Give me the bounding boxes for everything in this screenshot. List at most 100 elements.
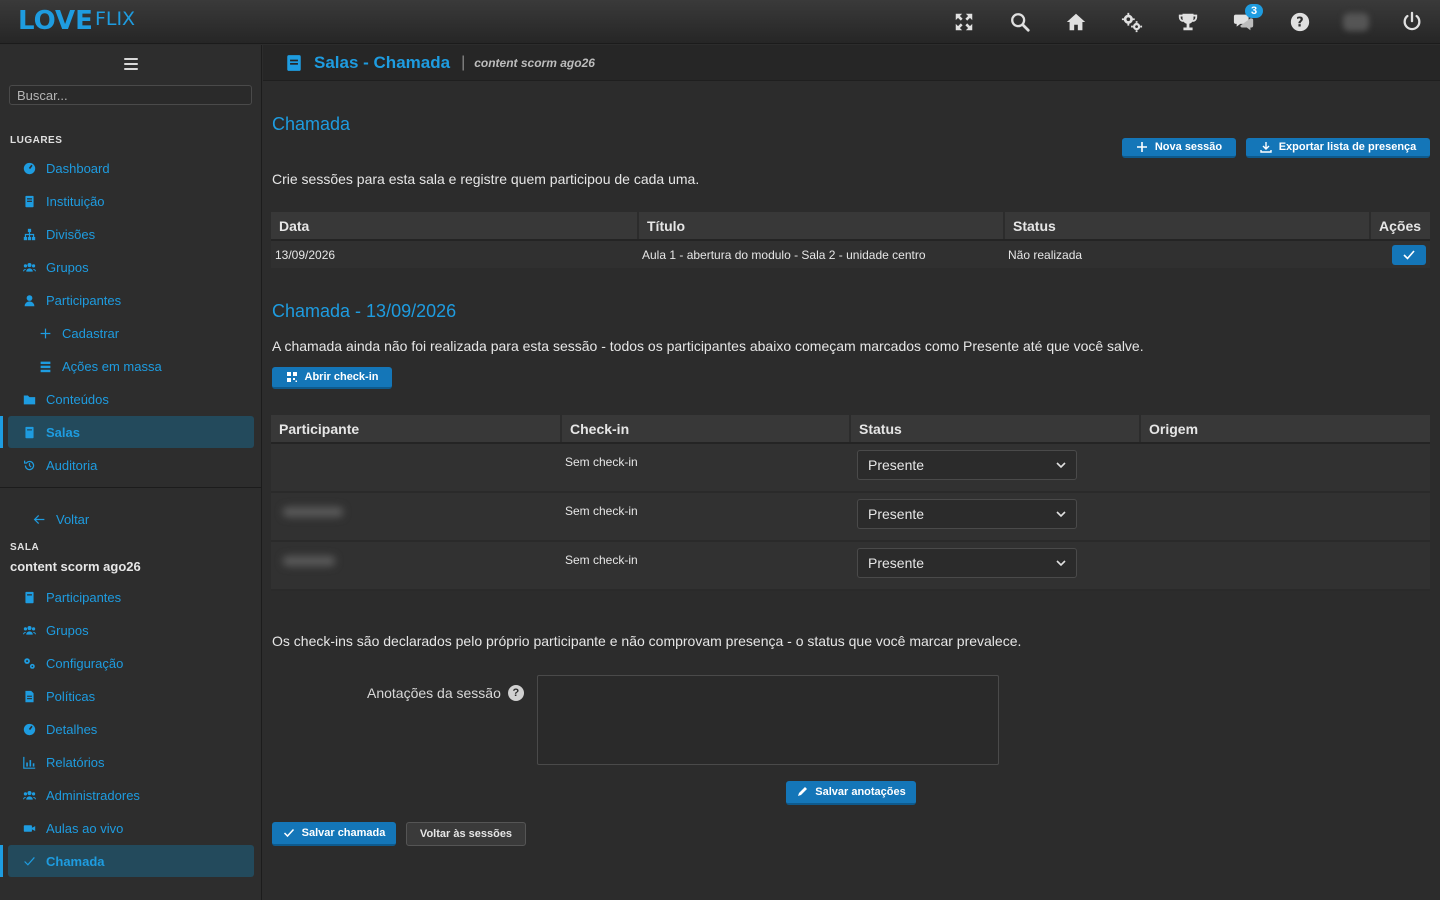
- sidebar-item-acoes-em-massa[interactable]: Ações em massa: [0, 350, 262, 382]
- table-row: Sem check-in Presente: [271, 492, 1430, 542]
- new-session-button[interactable]: Nova sessão: [1122, 138, 1236, 158]
- trophy-icon[interactable]: [1160, 0, 1216, 44]
- chevron-down-icon: [1056, 511, 1066, 518]
- sala-item-label: Aulas ao vivo: [46, 820, 124, 836]
- users-icon: [22, 623, 36, 637]
- dashboard-icon: [22, 161, 36, 175]
- sala-item-participantes[interactable]: Participantes: [0, 581, 262, 613]
- sidebar-item-conteudos[interactable]: Conteúdos: [0, 383, 262, 415]
- sala-item-administradores[interactable]: Administradores: [0, 779, 262, 811]
- session-note: A chamada ainda não foi realizada para e…: [272, 338, 1144, 354]
- users-icon: [22, 260, 36, 274]
- header-separator: |: [461, 53, 466, 71]
- home-icon[interactable]: [1048, 0, 1104, 44]
- building-icon: [22, 194, 36, 208]
- document-icon: [22, 689, 36, 703]
- sidebar-item-cadastrar[interactable]: Cadastrar: [0, 317, 262, 349]
- status-select[interactable]: Presente: [857, 499, 1077, 529]
- column-header[interactable]: Origem: [1140, 415, 1430, 444]
- sala-item-configuracao[interactable]: Configuração: [0, 647, 262, 679]
- pencil-icon: [798, 787, 808, 796]
- cogs-icon: [22, 656, 36, 670]
- sala-item-label: Relatórios: [46, 754, 105, 770]
- save-attendance-button[interactable]: Salvar chamada: [272, 822, 396, 846]
- sala-item-detalhes[interactable]: Detalhes: [0, 713, 262, 745]
- sala-item-chamada[interactable]: Chamada: [0, 845, 254, 877]
- history-icon: [22, 458, 36, 472]
- session-title: Aula 1 - abertura do modulo - Sala 2 - u…: [638, 240, 1004, 268]
- sala-item-label: Grupos: [46, 622, 89, 638]
- list-icon: [38, 359, 52, 373]
- arrow-left-icon: [32, 512, 46, 526]
- search-icon[interactable]: [992, 0, 1048, 44]
- sala-item-label: Chamada: [46, 853, 105, 869]
- status-select[interactable]: Presente: [857, 450, 1077, 480]
- sidebar-item-label: Grupos: [46, 259, 89, 275]
- avatar[interactable]: [1328, 0, 1384, 44]
- sala-item-aulas-ao-vivo[interactable]: Aulas ao vivo: [0, 812, 262, 844]
- notification-badge: 3: [1245, 4, 1264, 18]
- column-header[interactable]: Check-in: [561, 415, 851, 444]
- check-icon: [22, 854, 36, 868]
- sala-item-label: Detalhes: [46, 721, 98, 737]
- sidebar-item-grupos[interactable]: Grupos: [0, 251, 262, 283]
- session-notes-textarea[interactable]: [537, 675, 999, 765]
- sidebar-item-label: Instituição: [46, 193, 105, 209]
- column-header[interactable]: Status: [1004, 212, 1371, 241]
- fullscreen-icon[interactable]: [936, 0, 992, 44]
- column-header: Ações: [1370, 212, 1430, 241]
- sidebar-item-label: Dashboard: [46, 160, 110, 176]
- column-header[interactable]: Participante: [271, 415, 562, 444]
- save-notes-button[interactable]: Salvar anotações: [786, 781, 916, 805]
- logo-text-love: LOVE: [18, 6, 93, 36]
- sidebar-item-instituicao[interactable]: Instituição: [0, 185, 262, 217]
- sidebar-item-label: Auditoria: [46, 457, 98, 473]
- sala-item-label: Administradores: [46, 787, 140, 803]
- sidebar-item-auditoria[interactable]: Auditoria: [0, 449, 262, 481]
- sidebar-item-salas[interactable]: Salas: [0, 416, 254, 448]
- column-header[interactable]: Status: [850, 415, 1141, 444]
- logo[interactable]: LOVE FLIX: [18, 6, 135, 38]
- menu-icon[interactable]: [124, 58, 138, 70]
- open-checkin-button[interactable]: Abrir check-in: [272, 367, 392, 389]
- dashboard-icon: [22, 722, 36, 736]
- chart-icon: [22, 755, 36, 769]
- attendance-table: Participante Check-in Status Origem Sem …: [271, 415, 1430, 591]
- column-header[interactable]: Título: [638, 212, 1005, 241]
- sidebar-item-label: Cadastrar: [62, 325, 120, 341]
- back-link[interactable]: Voltar: [0, 503, 262, 535]
- status-select[interactable]: Presente: [857, 548, 1077, 578]
- sidebar-item-divisoes[interactable]: Divisões: [0, 218, 262, 250]
- sala-item-grupos[interactable]: Grupos: [0, 614, 262, 646]
- select-session-button[interactable]: [1392, 244, 1426, 265]
- export-attendance-button[interactable]: Exportar lista de presença: [1246, 138, 1430, 158]
- sala-item-label: Configuração: [46, 655, 124, 671]
- book-icon: [287, 54, 301, 71]
- settings-icon[interactable]: [1104, 0, 1160, 44]
- participant-name: [271, 443, 561, 493]
- section-description: Crie sessões para esta sala e registre q…: [272, 171, 700, 187]
- back-to-sessions-button[interactable]: Voltar às sessões: [406, 822, 526, 846]
- sidebar-divider: [0, 487, 262, 488]
- help-icon[interactable]: ?: [507, 685, 524, 701]
- notes-label: Anotações da sessão ?: [367, 685, 524, 701]
- search-input[interactable]: [9, 85, 252, 105]
- folder-icon: [22, 392, 36, 406]
- chat-icon[interactable]: 3: [1216, 0, 1272, 44]
- sidebar-item-participantes[interactable]: Participantes: [0, 284, 262, 316]
- column-header[interactable]: Data: [271, 212, 639, 241]
- participant-name: [271, 492, 561, 542]
- sitemap-icon: [22, 227, 36, 241]
- top-icons: 3 ?: [936, 0, 1440, 44]
- checkin-cell: Sem check-in: [561, 492, 850, 542]
- sala-item-politicas[interactable]: Políticas: [0, 680, 262, 712]
- sala-item-relatorios[interactable]: Relatórios: [0, 746, 262, 778]
- help-icon[interactable]: ?: [1272, 0, 1328, 44]
- sidebar-item-dashboard[interactable]: Dashboard: [0, 152, 262, 184]
- check-icon: [1403, 249, 1415, 260]
- origin-cell: [1140, 492, 1430, 542]
- checkin-cell: Sem check-in: [561, 443, 850, 493]
- sidebar-item-label: Ações em massa: [62, 358, 162, 374]
- power-icon[interactable]: [1384, 0, 1440, 44]
- sidebar: LUGARES Dashboard Instituição Divisões G…: [0, 45, 262, 900]
